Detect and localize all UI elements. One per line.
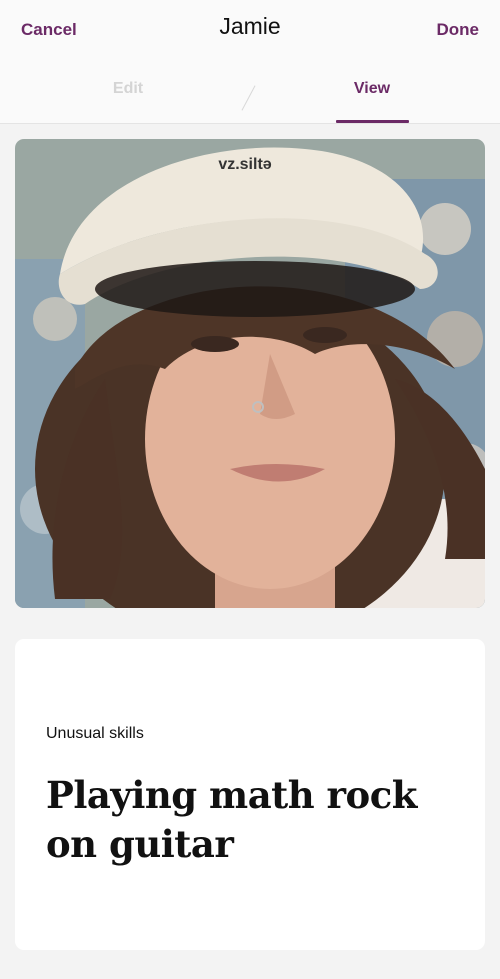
edit-view-tabs: Edit View [0, 62, 500, 124]
tab-edit[interactable]: Edit [92, 80, 164, 98]
tab-divider [241, 85, 256, 111]
prompt-card: Unusual skills Playing math rock on guit… [15, 639, 485, 950]
prompt-answer: Playing math rock on guitar [46, 773, 417, 866]
prompt-question: Unusual skills [46, 725, 144, 742]
profile-photo-image: vz.siltə [15, 139, 485, 608]
page-title: Jamie [219, 13, 281, 39]
tab-view[interactable]: View [336, 80, 408, 98]
profile-photo[interactable]: vz.siltə [15, 139, 485, 608]
top-bar: Cancel Jamie Done [0, 0, 500, 62]
done-button[interactable]: Done [437, 20, 480, 40]
active-tab-indicator [336, 120, 409, 123]
cap-logo-text: vz.siltə [218, 156, 271, 173]
